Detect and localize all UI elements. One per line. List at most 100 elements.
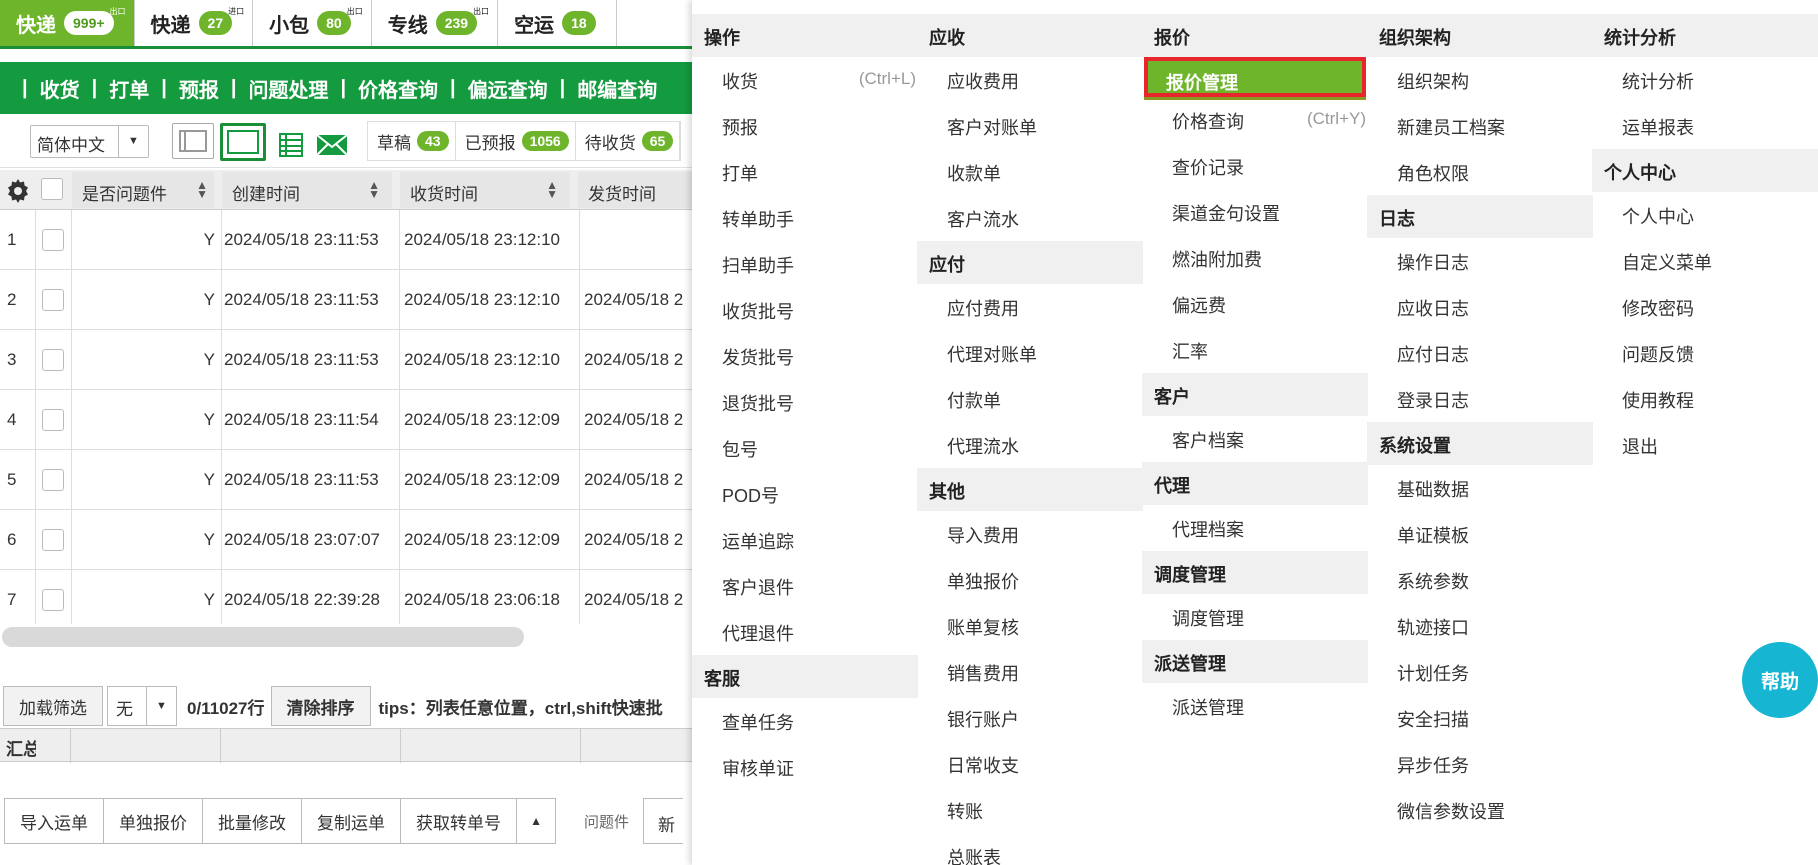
table-row[interactable]: 1 Y 2024/05/18 23:11:53 2024/05/18 23:12:10 (0, 210, 700, 270)
menu-item[interactable]: 收款单 (917, 149, 1143, 195)
menu-item[interactable]: 转账 (917, 787, 1143, 833)
nav-item-postcode-query[interactable]: 邮编查询 (577, 74, 657, 103)
menu-item[interactable]: 调度管理 (1142, 594, 1368, 640)
layout-narrow-icon[interactable] (172, 123, 214, 159)
menu-item[interactable]: 客户流水 (917, 195, 1143, 241)
nav-item-forecast[interactable]: 预报 (179, 74, 219, 103)
copy-waybill-button[interactable]: 复制运单 (301, 798, 400, 844)
menu-item[interactable]: 代理退件 (692, 609, 918, 655)
column-header-problem[interactable]: 是否问题件 ▲ ▼ (72, 172, 214, 208)
menu-item[interactable]: 组织架构 (1367, 57, 1593, 103)
menu-item[interactable]: 应收费用 (917, 57, 1143, 103)
status-tab-pending-receive[interactable]: 待收货 65 (576, 122, 681, 160)
top-tab-air-freight[interactable]: 空运 18 (498, 0, 617, 46)
status-tab-forecasted[interactable]: 已预报 1056 (456, 122, 576, 160)
menu-item[interactable]: 运单报表 (1592, 103, 1818, 149)
menu-item[interactable]: 客户对账单 (917, 103, 1143, 149)
menu-item[interactable]: 应付日志 (1367, 330, 1593, 376)
language-select[interactable]: 简体中文 ▼ (30, 125, 149, 158)
import-waybill-button[interactable]: 导入运单 (4, 798, 103, 844)
filter-select[interactable]: 无 ▼ (107, 686, 177, 726)
table-row[interactable]: 7 Y 2024/05/18 22:39:28 2024/05/18 23:06:18… (0, 570, 700, 624)
menu-item[interactable]: 扫单助手 (692, 241, 918, 287)
menu-item[interactable]: 账单复核 (917, 603, 1143, 649)
select-all-checkbox[interactable] (41, 178, 63, 200)
column-header-received[interactable]: 收货时间 ▲ ▼ (400, 172, 570, 208)
horizontal-scrollbar[interactable] (2, 627, 524, 647)
gear-icon[interactable] (5, 178, 31, 209)
menu-item[interactable]: 角色权限 (1367, 149, 1593, 195)
menu-item[interactable]: 销售费用 (917, 649, 1143, 695)
menu-item[interactable]: 统计分析 (1592, 57, 1818, 103)
column-header-shipped[interactable]: 发货时间 (578, 172, 700, 208)
row-checkbox[interactable] (42, 529, 64, 551)
menu-item[interactable]: 代理档案 (1142, 505, 1368, 551)
nav-item-price-query[interactable]: 价格查询 (358, 74, 438, 103)
menu-item[interactable]: 问题反馈 (1592, 330, 1818, 376)
nav-item-print[interactable]: 打单 (109, 74, 149, 103)
menu-item[interactable]: 渠道金句设置 (1142, 189, 1368, 235)
menu-item[interactable]: 轨迹接口 (1367, 603, 1593, 649)
menu-item[interactable]: 运单追踪 (692, 517, 918, 563)
help-button[interactable]: 帮助 (1742, 642, 1818, 718)
menu-item[interactable]: 价格查询 (Ctrl+Y) (1142, 97, 1368, 143)
column-header-created[interactable]: 创建时间 ▲ ▼ (222, 172, 392, 208)
menu-item[interactable]: 修改密码 (1592, 284, 1818, 330)
menu-item[interactable]: 操作日志 (1367, 238, 1593, 284)
menu-item[interactable]: 包号 (692, 425, 918, 471)
table-row[interactable]: 5 Y 2024/05/18 23:11:53 2024/05/18 23:12:09… (0, 450, 700, 510)
menu-item[interactable]: 单证模板 (1367, 511, 1593, 557)
top-tab-express-import[interactable]: 快递 27 进口 (134, 0, 254, 46)
menu-item[interactable]: 微信参数设置 (1367, 787, 1593, 833)
menu-item[interactable]: 总账表 (917, 833, 1143, 865)
get-transfer-number-button[interactable]: 获取转单号 (400, 798, 516, 844)
menu-item[interactable]: 报价管理 (1144, 57, 1366, 97)
top-tab-dedicated-line[interactable]: 专线 239 出口 (371, 0, 499, 46)
menu-item[interactable]: 银行账户 (917, 695, 1143, 741)
menu-item[interactable]: 日常收支 (917, 741, 1143, 787)
menu-item[interactable]: 系统参数 (1367, 557, 1593, 603)
row-checkbox[interactable] (42, 349, 64, 371)
menu-item[interactable]: 查价记录 (1142, 143, 1368, 189)
table-row[interactable]: 3 Y 2024/05/18 23:11:53 2024/05/18 23:12:10… (0, 330, 700, 390)
layout-wide-icon[interactable] (220, 123, 266, 161)
status-tab-draft[interactable]: 草稿 43 (368, 122, 456, 160)
menu-item[interactable]: 自定义菜单 (1592, 238, 1818, 284)
menu-item[interactable]: 新建员工档案 (1367, 103, 1593, 149)
table-row[interactable]: 2 Y 2024/05/18 23:11:53 2024/05/18 23:12:10… (0, 270, 700, 330)
single-quote-button[interactable]: 单独报价 (103, 798, 202, 844)
menu-item[interactable]: 登录日志 (1367, 376, 1593, 422)
row-checkbox[interactable] (42, 469, 64, 491)
load-filter-button[interactable]: 加载筛选 (3, 686, 103, 726)
top-tab-express-export[interactable]: 快递 999+ 出口 (0, 0, 135, 46)
menu-item[interactable]: 汇率 (1142, 327, 1368, 373)
menu-item[interactable]: 应付费用 (917, 284, 1143, 330)
batch-edit-button[interactable]: 批量修改 (202, 798, 301, 844)
menu-item[interactable]: 转单助手 (692, 195, 918, 241)
menu-item[interactable]: 客户档案 (1142, 416, 1368, 462)
menu-item[interactable]: 代理流水 (917, 422, 1143, 468)
new-select[interactable]: 新 (643, 798, 684, 844)
row-checkbox[interactable] (42, 589, 64, 611)
menu-item[interactable]: 基础数据 (1367, 465, 1593, 511)
menu-item[interactable]: 收货 (Ctrl+L) (692, 57, 918, 103)
menu-item[interactable]: POD号 (692, 471, 918, 517)
menu-item[interactable]: 代理对账单 (917, 330, 1143, 376)
menu-item[interactable]: 燃油附加费 (1142, 235, 1368, 281)
list-view-icon[interactable] (278, 132, 304, 163)
clear-sort-button[interactable]: 清除排序 (270, 686, 371, 726)
menu-item[interactable]: 预报 (692, 103, 918, 149)
row-checkbox[interactable] (42, 409, 64, 431)
menu-item[interactable]: 派送管理 (1142, 683, 1368, 729)
menu-item[interactable]: 收货批号 (692, 287, 918, 333)
menu-item[interactable]: 客户退件 (692, 563, 918, 609)
row-checkbox[interactable] (42, 289, 64, 311)
expand-up-button[interactable]: ▲ (516, 798, 556, 844)
menu-item[interactable]: 退货批号 (692, 379, 918, 425)
menu-item[interactable]: 发货批号 (692, 333, 918, 379)
menu-item[interactable]: 应收日志 (1367, 284, 1593, 330)
table-row[interactable]: 6 Y 2024/05/18 23:07:07 2024/05/18 23:12:09… (0, 510, 700, 570)
nav-item-receive[interactable]: 收货 (40, 74, 80, 103)
menu-item[interactable]: 打单 (692, 149, 918, 195)
menu-item[interactable]: 退出 (1592, 422, 1818, 468)
